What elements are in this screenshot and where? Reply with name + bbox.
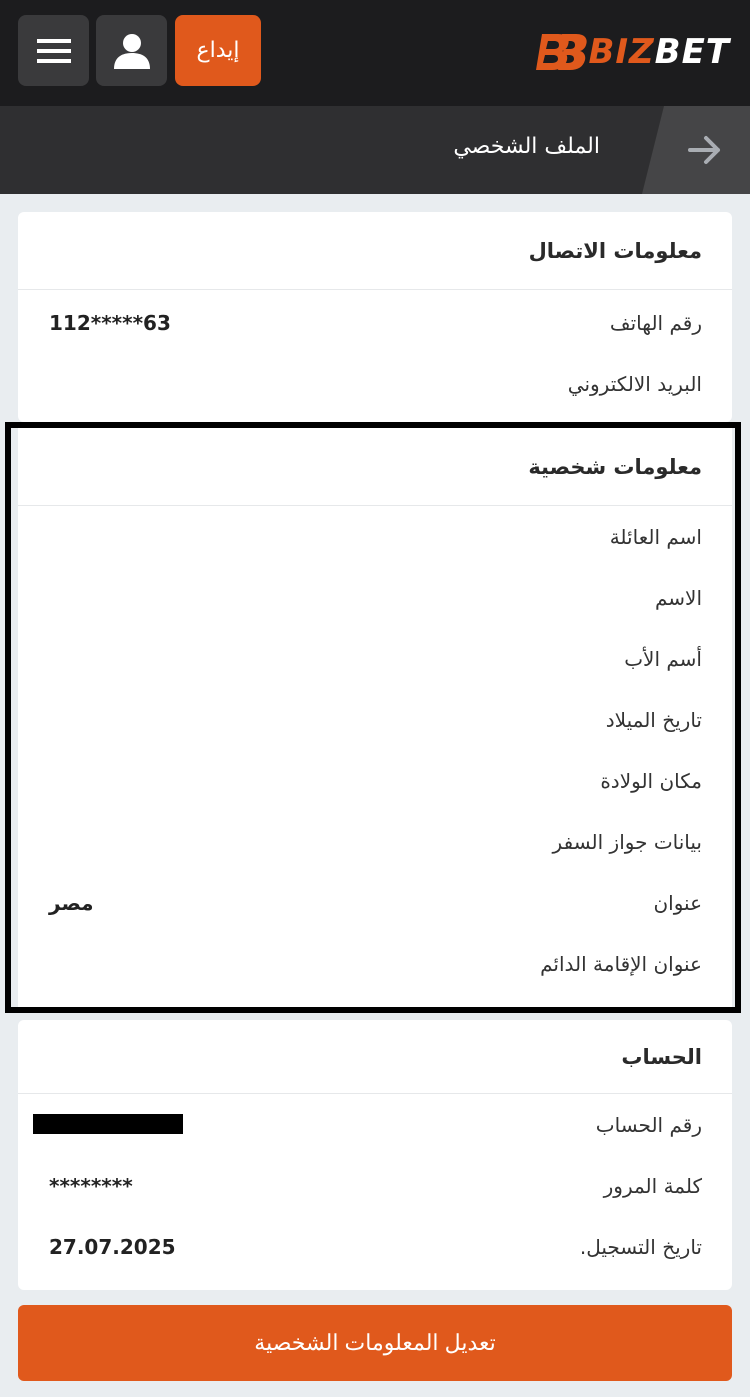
passport-row: بيانات جواز السفر bbox=[18, 811, 732, 872]
personal-info-card: معلومات شخصية اسم العائلة الاسم أسم الأب… bbox=[18, 428, 732, 1007]
father-name-row: أسم الأب bbox=[18, 628, 732, 689]
permanent-address-row: عنوان الإقامة الدائم bbox=[18, 933, 732, 994]
phone-row: رقم الهاتف 112*****63 bbox=[18, 292, 732, 353]
hamburger-icon bbox=[36, 38, 71, 63]
arrow-right-icon bbox=[688, 136, 720, 164]
logo-wordmark: BIZBET bbox=[588, 32, 730, 72]
personal-info-title: معلومات شخصية bbox=[18, 428, 732, 506]
birth-place-row: مكان الولادة bbox=[18, 750, 732, 811]
birth-date-label: تاريخ الميلاد bbox=[605, 707, 702, 732]
page-header: الملف الشخصي bbox=[0, 106, 750, 194]
redaction-bar bbox=[33, 1114, 183, 1134]
page-title: الملف الشخصي bbox=[453, 134, 600, 159]
passport-label: بيانات جواز السفر bbox=[552, 829, 702, 854]
top-bar: إيداع BIZBET bbox=[0, 0, 750, 106]
address-row: عنوان مصر bbox=[18, 872, 732, 933]
account-title: الحساب bbox=[18, 1020, 732, 1094]
registration-date-value: 27.07.2025 bbox=[49, 1234, 176, 1259]
password-label: كلمة المرور bbox=[603, 1173, 702, 1198]
address-label: عنوان bbox=[653, 890, 702, 915]
father-name-label: أسم الأب bbox=[624, 646, 702, 671]
brand-logo[interactable]: BIZBET bbox=[536, 30, 730, 74]
email-label: البريد الالكتروني bbox=[567, 371, 702, 396]
address-value: مصر bbox=[49, 890, 94, 915]
registration-date-label: تاريخ التسجيل. bbox=[579, 1234, 702, 1259]
contact-info-title: معلومات الاتصال bbox=[18, 212, 732, 290]
menu-button[interactable] bbox=[18, 15, 89, 86]
first-name-label: الاسم bbox=[654, 585, 702, 610]
registration-date-row: تاريخ التسجيل. 27.07.2025 bbox=[18, 1216, 732, 1277]
email-row: البريد الالكتروني bbox=[18, 353, 732, 414]
back-button[interactable] bbox=[642, 106, 750, 194]
bb-logo-mark bbox=[536, 34, 588, 70]
permanent-address-label: عنوان الإقامة الدائم bbox=[540, 951, 702, 976]
first-name-row: الاسم bbox=[18, 567, 732, 628]
password-row: كلمة المرور ******** bbox=[18, 1155, 732, 1216]
deposit-button[interactable]: إيداع bbox=[175, 15, 261, 86]
account-number-label: رقم الحساب bbox=[595, 1112, 702, 1137]
account-card: الحساب رقم الحساب كلمة المرور ******** ت… bbox=[18, 1020, 732, 1290]
user-button[interactable] bbox=[96, 15, 167, 86]
surname-label: اسم العائلة bbox=[609, 524, 702, 549]
surname-row: اسم العائلة bbox=[18, 506, 732, 567]
contact-info-card: معلومات الاتصال رقم الهاتف 112*****63 ال… bbox=[18, 212, 732, 422]
password-value: ******** bbox=[49, 1173, 133, 1198]
phone-value: 112*****63 bbox=[49, 310, 171, 335]
user-icon bbox=[113, 33, 150, 69]
birth-place-label: مكان الولادة bbox=[600, 768, 702, 793]
phone-label: رقم الهاتف bbox=[609, 310, 702, 335]
birth-date-row: تاريخ الميلاد bbox=[18, 689, 732, 750]
edit-profile-button[interactable]: تعديل المعلومات الشخصية bbox=[18, 1305, 732, 1381]
